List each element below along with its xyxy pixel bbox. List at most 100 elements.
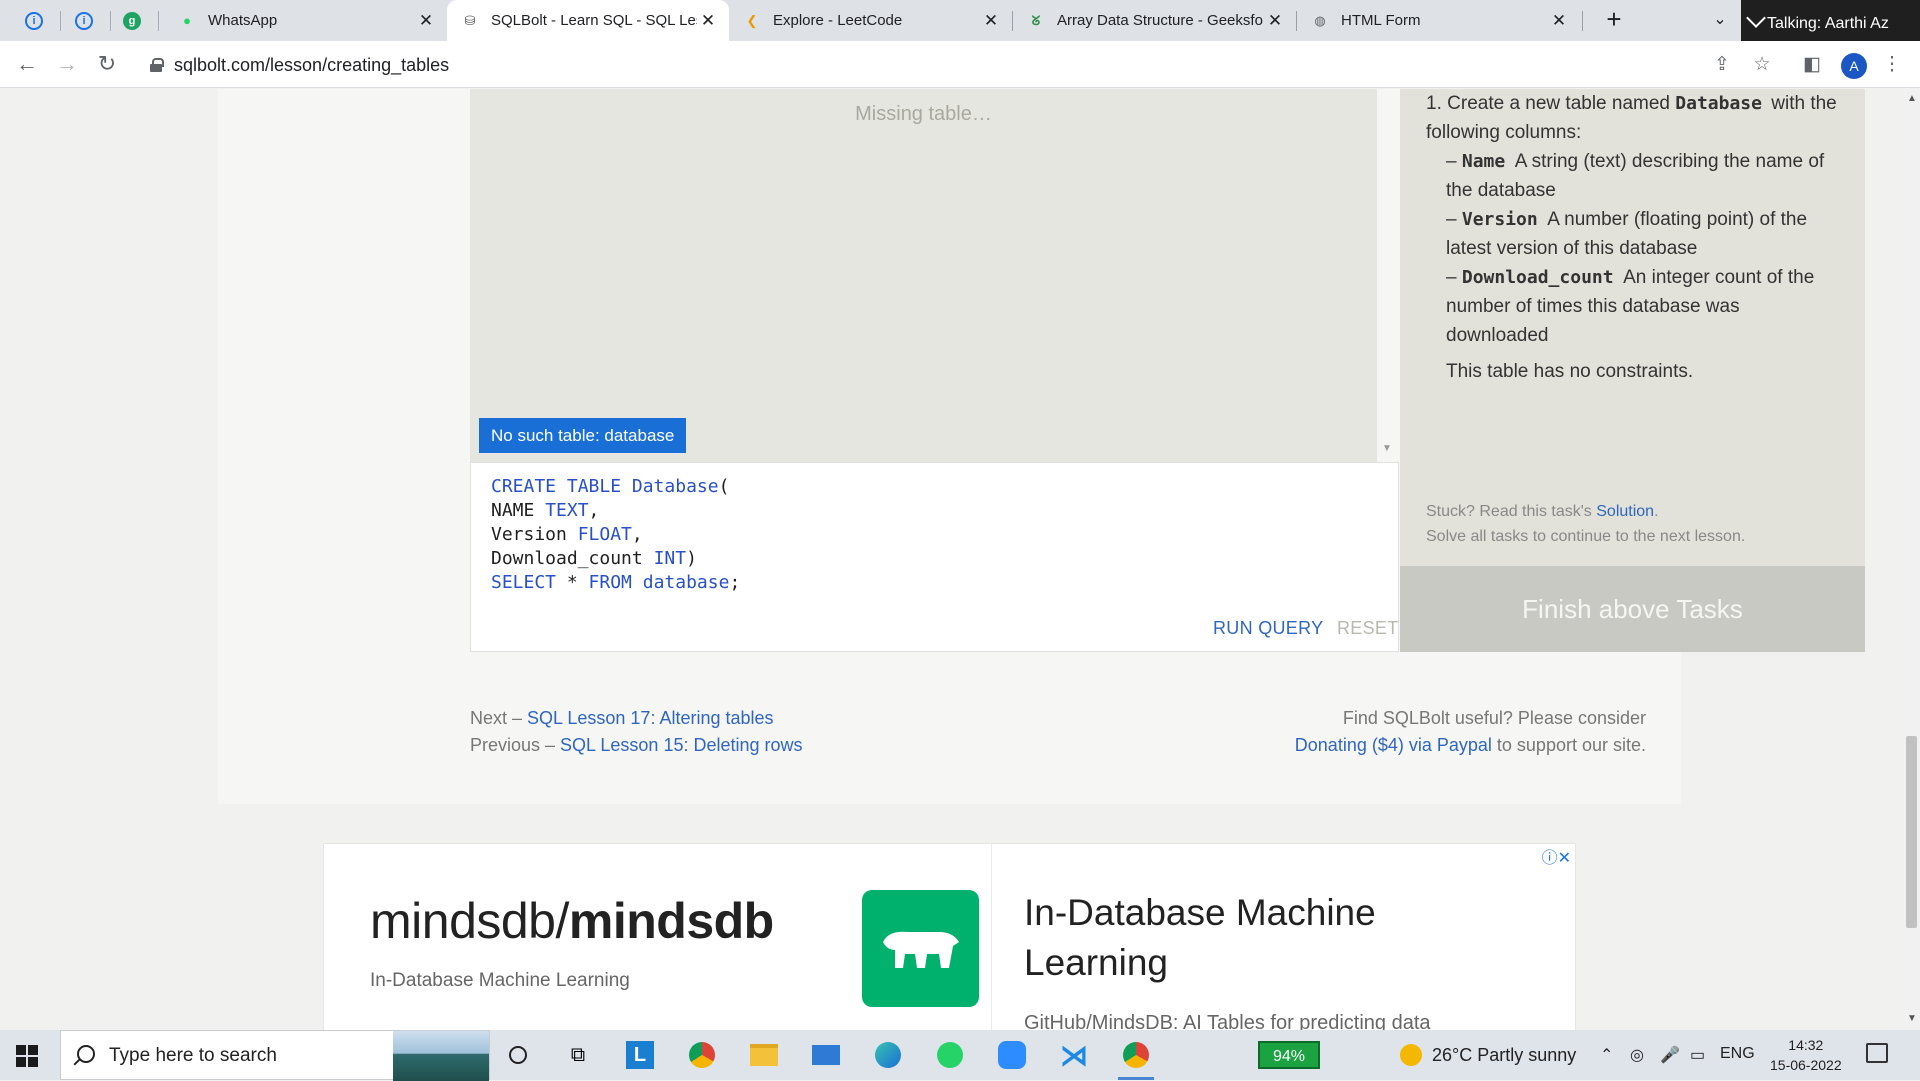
- star-icon[interactable]: ☆: [1750, 53, 1774, 77]
- close-icon[interactable]: ✕: [1548, 11, 1570, 31]
- close-icon[interactable]: ✕: [1264, 11, 1286, 31]
- edge-icon[interactable]: [870, 1037, 906, 1073]
- globe-icon: ◍: [1314, 12, 1326, 28]
- url-text[interactable]: sqlbolt.com/lesson/creating_tables: [174, 55, 449, 76]
- reset-button[interactable]: RESET: [1337, 618, 1399, 639]
- search-highlight-image[interactable]: [393, 1031, 489, 1081]
- page-scrollbar[interactable]: ▲ ▼: [1903, 89, 1920, 1030]
- meet-now-icon[interactable]: ◎: [1630, 1045, 1644, 1065]
- tab-geeksforgeeks[interactable]: ᘜ Array Data Structure - Geeksfo ✕: [1013, 0, 1296, 41]
- sql-code[interactable]: CREATE TABLE Database(NAME TEXT, Version …: [491, 475, 740, 595]
- ad-headline[interactable]: In-Database Machine Learning: [1024, 888, 1424, 988]
- language-indicator[interactable]: ENG: [1720, 1045, 1755, 1063]
- more-menu-icon[interactable]: ⋮: [1880, 53, 1904, 77]
- pinned-tab-1[interactable]: i: [22, 9, 46, 33]
- clock-date: 15-06-2022: [1770, 1057, 1842, 1073]
- vscode-icon[interactable]: ⋊: [1056, 1037, 1092, 1073]
- chrome-profile-icon[interactable]: [1118, 1037, 1154, 1080]
- show-hidden-icons-chevron-icon[interactable]: ⌃: [1600, 1045, 1613, 1065]
- new-tab-button[interactable]: +: [1598, 4, 1630, 36]
- run-query-button[interactable]: RUN QUERY: [1213, 618, 1323, 639]
- share-icon[interactable]: ⇪: [1710, 53, 1734, 77]
- windows-taskbar: Type here to search ⧉ L ⋊ 94% 26°C Partl…: [0, 1030, 1920, 1081]
- battery-icon[interactable]: ▭: [1690, 1045, 1705, 1065]
- forward-arrow-icon[interactable]: →: [52, 50, 82, 80]
- microphone-icon[interactable]: 🎤: [1660, 1045, 1680, 1065]
- taskbar-search[interactable]: Type here to search: [60, 1030, 490, 1081]
- battery-meter[interactable]: 94%: [1258, 1041, 1320, 1069]
- tab-search-chevron-icon[interactable]: ⌄: [1706, 6, 1734, 34]
- lesson-container: Missing table… No such table: database ▼…: [218, 89, 1865, 804]
- sql-keyword: FROM database: [588, 572, 730, 593]
- leetcode-style-icon: i: [75, 12, 93, 30]
- sql-keyword: TEXT: [545, 500, 589, 521]
- tab-separator: [60, 11, 61, 31]
- ad-left-panel[interactable]: mindsdb/mindsdb In-Database Machine Lear…: [324, 844, 992, 1030]
- tab-strip: i i g ● WhatsApp ✕ ⛁ SQLBolt - Learn SQL…: [0, 0, 1920, 41]
- ad-subtitle: In-Database Machine Learning: [370, 970, 630, 991]
- voice-call-indicator[interactable]: Talking: Aarthi Az: [1741, 0, 1920, 47]
- ad-description: GitHub/MindsDB: AI Tables for predicting…: [1024, 1012, 1431, 1030]
- stuck-period: .: [1654, 503, 1659, 520]
- notification-center-icon[interactable]: [1866, 1043, 1888, 1063]
- chevron-down-icon: [1746, 8, 1766, 28]
- close-icon[interactable]: ✕: [697, 11, 719, 31]
- cortana-icon[interactable]: [500, 1037, 536, 1073]
- code-line[interactable]: Download_count INT): [491, 547, 740, 571]
- pinned-tab-3[interactable]: g: [120, 9, 144, 33]
- tab-html-form[interactable]: ◍ HTML Form ✕: [1297, 0, 1580, 41]
- system-clock[interactable]: 14:32 15-06-2022: [1770, 1035, 1842, 1075]
- sql-editor[interactable]: CREATE TABLE Database(NAME TEXT, Version …: [470, 462, 1399, 652]
- mail-icon[interactable]: [808, 1037, 844, 1073]
- back-arrow-icon[interactable]: ←: [12, 50, 42, 80]
- scroll-down-icon[interactable]: ▼: [1907, 1013, 1917, 1024]
- scroll-down-icon[interactable]: ▼: [1382, 443, 1392, 454]
- chrome-icon[interactable]: [684, 1037, 720, 1073]
- pinned-tab-2[interactable]: i: [72, 9, 96, 33]
- file-explorer-icon[interactable]: [746, 1037, 782, 1073]
- scroll-up-icon[interactable]: ▲: [1907, 93, 1917, 104]
- finish-tasks-button[interactable]: Finish above Tasks: [1400, 566, 1865, 652]
- weather-widget[interactable]: 26°C Partly sunny: [1400, 1044, 1576, 1066]
- reload-icon[interactable]: ↻: [92, 50, 122, 80]
- profile-avatar[interactable]: A: [1841, 53, 1867, 79]
- windows-start-icon[interactable]: [16, 1045, 38, 1067]
- code-line[interactable]: NAME TEXT,: [491, 499, 740, 523]
- side-panel-icon[interactable]: ◧: [1800, 53, 1824, 77]
- whatsapp-icon[interactable]: [932, 1037, 968, 1073]
- scrollbar-thumb[interactable]: [1906, 736, 1917, 928]
- previous-lesson-link[interactable]: SQL Lesson 15: Deleting rows: [560, 735, 802, 755]
- ad-title-bold: mindsdb: [568, 893, 774, 949]
- ad-title-light: mindsdb/: [370, 893, 569, 949]
- search-placeholder[interactable]: Type here to search: [109, 1045, 277, 1067]
- solution-link[interactable]: Solution: [1596, 503, 1654, 520]
- address-bar[interactable]: sqlbolt.com/lesson/creating_tables: [140, 47, 1700, 83]
- tab-sqlbolt[interactable]: ⛁ SQLBolt - Learn SQL - SQL Less ✕: [447, 0, 729, 41]
- tab-whatsapp[interactable]: ● WhatsApp ✕: [164, 0, 447, 41]
- lesson-navigation: Next – SQL Lesson 17: Altering tables Pr…: [470, 705, 803, 759]
- advertisement[interactable]: mindsdb/mindsdb In-Database Machine Lear…: [323, 843, 1576, 1030]
- ad-close-icon[interactable]: ⓘ✕: [1542, 844, 1571, 868]
- donate-link[interactable]: Donating ($4) via Paypal: [1295, 735, 1492, 755]
- tab-leetcode[interactable]: ❮ Explore - LeetCode ✕: [729, 0, 1012, 41]
- tab-label: Array Data Structure - Geeksfo: [1057, 12, 1263, 29]
- leetcode-style-icon: i: [25, 12, 43, 30]
- app-l-icon[interactable]: L: [622, 1037, 658, 1073]
- close-icon[interactable]: ✕: [980, 11, 1002, 31]
- sql-text: (: [718, 476, 730, 497]
- ad-title[interactable]: mindsdb/mindsdb: [370, 892, 774, 950]
- search-icon: [77, 1045, 95, 1063]
- code-line[interactable]: SELECT * FROM database;: [491, 571, 740, 595]
- next-lesson-link[interactable]: SQL Lesson 17: Altering tables: [527, 708, 774, 728]
- close-icon[interactable]: ✕: [415, 11, 437, 31]
- leetcode-icon: ❮: [746, 12, 758, 28]
- mindsdb-bear-logo-icon[interactable]: [862, 890, 979, 1007]
- sql-keyword: INT: [653, 548, 687, 569]
- donate-suffix: to support our site.: [1491, 735, 1646, 755]
- code-line[interactable]: Version FLOAT,: [491, 523, 740, 547]
- zoom-icon[interactable]: [994, 1037, 1030, 1073]
- lock-icon[interactable]: [150, 58, 164, 72]
- task-view-icon[interactable]: ⧉: [560, 1037, 596, 1073]
- code-line[interactable]: CREATE TABLE Database(: [491, 475, 740, 499]
- task-1: 1. Create a new table named Database wit…: [1426, 89, 1846, 147]
